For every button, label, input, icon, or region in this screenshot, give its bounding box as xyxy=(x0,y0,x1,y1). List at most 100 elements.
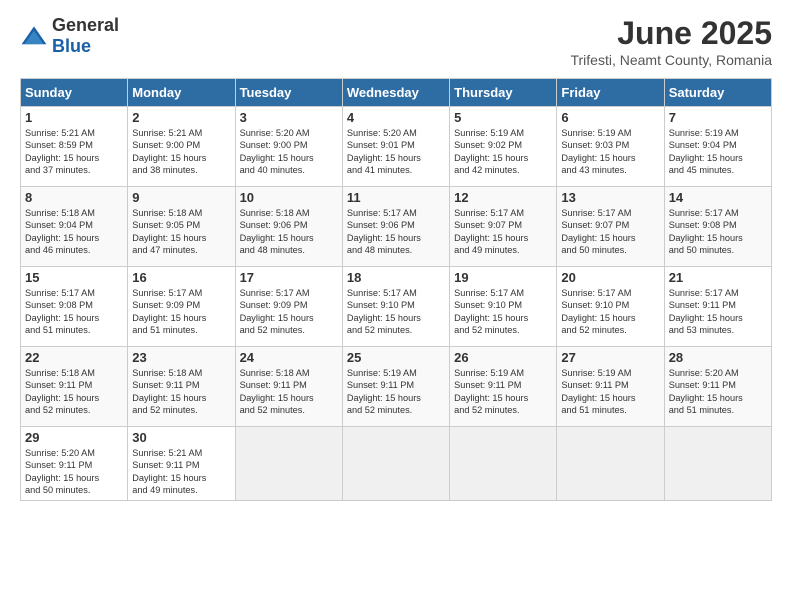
day-number: 9 xyxy=(132,190,230,205)
cell-text: Sunrise: 5:17 AM Sunset: 9:07 PM Dayligh… xyxy=(454,207,552,257)
day-number: 12 xyxy=(454,190,552,205)
table-row xyxy=(450,427,557,501)
table-row: 20 Sunrise: 5:17 AM Sunset: 9:10 PM Dayli… xyxy=(557,267,664,347)
day-number: 13 xyxy=(561,190,659,205)
cell-text: Sunrise: 5:21 AM Sunset: 8:59 PM Dayligh… xyxy=(25,127,123,177)
cell-text: Sunrise: 5:18 AM Sunset: 9:11 PM Dayligh… xyxy=(240,367,338,417)
day-number: 15 xyxy=(25,270,123,285)
table-row: 5Sunrise: 5:19 AM Sunset: 9:02 PM Daylig… xyxy=(450,107,557,187)
table-row: 16 Sunrise: 5:17 AM Sunset: 9:09 PM Dayli… xyxy=(128,267,235,347)
logo: General Blue xyxy=(20,15,119,57)
table-row: 9 Sunrise: 5:18 AM Sunset: 9:05 PM Daylig… xyxy=(128,187,235,267)
table-row xyxy=(342,427,449,501)
day-number: 1 xyxy=(25,110,123,125)
day-number: 27 xyxy=(561,350,659,365)
day-number: 3 xyxy=(240,110,338,125)
table-row: 3 Sunrise: 5:20 AM Sunset: 9:00 PM Daylig… xyxy=(235,107,342,187)
table-row: 19 Sunrise: 5:17 AM Sunset: 9:10 PM Dayli… xyxy=(450,267,557,347)
day-number: 7 xyxy=(669,110,767,125)
day-number: 19 xyxy=(454,270,552,285)
logo-text: General Blue xyxy=(52,15,119,57)
cell-text: Sunrise: 5:17 AM Sunset: 9:10 PM Dayligh… xyxy=(347,287,445,337)
cell-text: Sunrise: 5:18 AM Sunset: 9:04 PM Dayligh… xyxy=(25,207,123,257)
main-title: June 2025 xyxy=(570,15,772,52)
cell-text: Sunrise: 5:18 AM Sunset: 9:11 PM Dayligh… xyxy=(132,367,230,417)
cell-text: Sunrise: 5:17 AM Sunset: 9:10 PM Dayligh… xyxy=(454,287,552,337)
subtitle: Trifesti, Neamt County, Romania xyxy=(570,52,772,68)
cell-text: Sunrise: 5:19 AM Sunset: 9:11 PM Dayligh… xyxy=(454,367,552,417)
title-area: June 2025 Trifesti, Neamt County, Romani… xyxy=(570,15,772,68)
cell-text: Sunrise: 5:18 AM Sunset: 9:05 PM Dayligh… xyxy=(132,207,230,257)
table-row: 22Sunrise: 5:18 AM Sunset: 9:11 PM Dayli… xyxy=(21,347,128,427)
calendar-header-row: Sunday Monday Tuesday Wednesday Thursday… xyxy=(21,79,772,107)
table-row: 12 Sunrise: 5:17 AM Sunset: 9:07 PM Dayli… xyxy=(450,187,557,267)
day-number: 6 xyxy=(561,110,659,125)
day-number: 25 xyxy=(347,350,445,365)
col-wednesday: Wednesday xyxy=(342,79,449,107)
day-number: 4 xyxy=(347,110,445,125)
cell-text: Sunrise: 5:17 AM Sunset: 9:06 PM Dayligh… xyxy=(347,207,445,257)
cell-text: Sunrise: 5:21 AM Sunset: 9:00 PM Dayligh… xyxy=(132,127,230,177)
page: General Blue June 2025 Trifesti, Neamt C… xyxy=(0,0,792,612)
cell-text: Sunrise: 5:18 AM Sunset: 9:11 PM Dayligh… xyxy=(25,367,123,417)
cell-text: Sunrise: 5:19 AM Sunset: 9:11 PM Dayligh… xyxy=(561,367,659,417)
table-row: 8 Sunrise: 5:18 AM Sunset: 9:04 PM Daylig… xyxy=(21,187,128,267)
cell-text: Sunrise: 5:20 AM Sunset: 9:01 PM Dayligh… xyxy=(347,127,445,177)
cell-text: Sunrise: 5:17 AM Sunset: 9:10 PM Dayligh… xyxy=(561,287,659,337)
table-row: 7 Sunrise: 5:19 AM Sunset: 9:04 PM Daylig… xyxy=(664,107,771,187)
day-number: 10 xyxy=(240,190,338,205)
col-friday: Friday xyxy=(557,79,664,107)
day-number: 20 xyxy=(561,270,659,285)
col-thursday: Thursday xyxy=(450,79,557,107)
table-row: 21 Sunrise: 5:17 AM Sunset: 9:11 PM Dayli… xyxy=(664,267,771,347)
cell-text: Sunrise: 5:19 AM Sunset: 9:03 PM Dayligh… xyxy=(561,127,659,177)
cell-text: Sunrise: 5:20 AM Sunset: 9:00 PM Dayligh… xyxy=(240,127,338,177)
cell-text: Sunrise: 5:17 AM Sunset: 9:09 PM Dayligh… xyxy=(132,287,230,337)
day-number: 26 xyxy=(454,350,552,365)
calendar-table: Sunday Monday Tuesday Wednesday Thursday… xyxy=(20,78,772,501)
table-row: 24Sunrise: 5:18 AM Sunset: 9:11 PM Dayli… xyxy=(235,347,342,427)
logo-blue: Blue xyxy=(52,36,91,56)
day-number: 14 xyxy=(669,190,767,205)
table-row: 2 Sunrise: 5:21 AM Sunset: 9:00 PM Daylig… xyxy=(128,107,235,187)
day-number: 8 xyxy=(25,190,123,205)
col-tuesday: Tuesday xyxy=(235,79,342,107)
day-number: 23 xyxy=(132,350,230,365)
cell-text: Sunrise: 5:17 AM Sunset: 9:11 PM Dayligh… xyxy=(669,287,767,337)
day-number: 11 xyxy=(347,190,445,205)
header: General Blue June 2025 Trifesti, Neamt C… xyxy=(20,15,772,68)
table-row: 13 Sunrise: 5:17 AM Sunset: 9:07 PM Dayli… xyxy=(557,187,664,267)
table-row xyxy=(664,427,771,501)
cell-text: Sunrise: 5:17 AM Sunset: 9:09 PM Dayligh… xyxy=(240,287,338,337)
table-row: 10 Sunrise: 5:18 AM Sunset: 9:06 PM Dayli… xyxy=(235,187,342,267)
table-row: 28Sunrise: 5:20 AM Sunset: 9:11 PM Dayli… xyxy=(664,347,771,427)
col-saturday: Saturday xyxy=(664,79,771,107)
cell-text: Sunrise: 5:21 AM Sunset: 9:11 PM Dayligh… xyxy=(132,447,230,497)
generalblue-logo-icon xyxy=(20,25,48,47)
table-row: 26 Sunrise: 5:19 AM Sunset: 9:11 PM Dayli… xyxy=(450,347,557,427)
table-row: 23 Sunrise: 5:18 AM Sunset: 9:11 PM Dayli… xyxy=(128,347,235,427)
cell-text: Sunrise: 5:19 AM Sunset: 9:04 PM Dayligh… xyxy=(669,127,767,177)
table-row: 15 Sunrise: 5:17 AM Sunset: 9:08 PM Dayli… xyxy=(21,267,128,347)
table-row: 29 Sunrise: 5:20 AM Sunset: 9:11 PM Dayli… xyxy=(21,427,128,501)
cell-text: Sunrise: 5:17 AM Sunset: 9:07 PM Dayligh… xyxy=(561,207,659,257)
day-number: 18 xyxy=(347,270,445,285)
table-row: 25Sunrise: 5:19 AM Sunset: 9:11 PM Dayli… xyxy=(342,347,449,427)
day-number: 2 xyxy=(132,110,230,125)
cell-text: Sunrise: 5:18 AM Sunset: 9:06 PM Dayligh… xyxy=(240,207,338,257)
day-number: 16 xyxy=(132,270,230,285)
cell-text: Sunrise: 5:20 AM Sunset: 9:11 PM Dayligh… xyxy=(25,447,123,497)
table-row xyxy=(557,427,664,501)
cell-text: Sunrise: 5:17 AM Sunset: 9:08 PM Dayligh… xyxy=(25,287,123,337)
table-row: 17 Sunrise: 5:17 AM Sunset: 9:09 PM Dayli… xyxy=(235,267,342,347)
table-row: 11 Sunrise: 5:17 AM Sunset: 9:06 PM Dayli… xyxy=(342,187,449,267)
table-row: 1 Sunrise: 5:21 AM Sunset: 8:59 PM Daylig… xyxy=(21,107,128,187)
table-row: 6 Sunrise: 5:19 AM Sunset: 9:03 PM Daylig… xyxy=(557,107,664,187)
table-row: 27 Sunrise: 5:19 AM Sunset: 9:11 PM Dayli… xyxy=(557,347,664,427)
day-number: 17 xyxy=(240,270,338,285)
day-number: 21 xyxy=(669,270,767,285)
logo-general: General xyxy=(52,15,119,35)
cell-text: Sunrise: 5:17 AM Sunset: 9:08 PM Dayligh… xyxy=(669,207,767,257)
day-number: 29 xyxy=(25,430,123,445)
table-row xyxy=(235,427,342,501)
